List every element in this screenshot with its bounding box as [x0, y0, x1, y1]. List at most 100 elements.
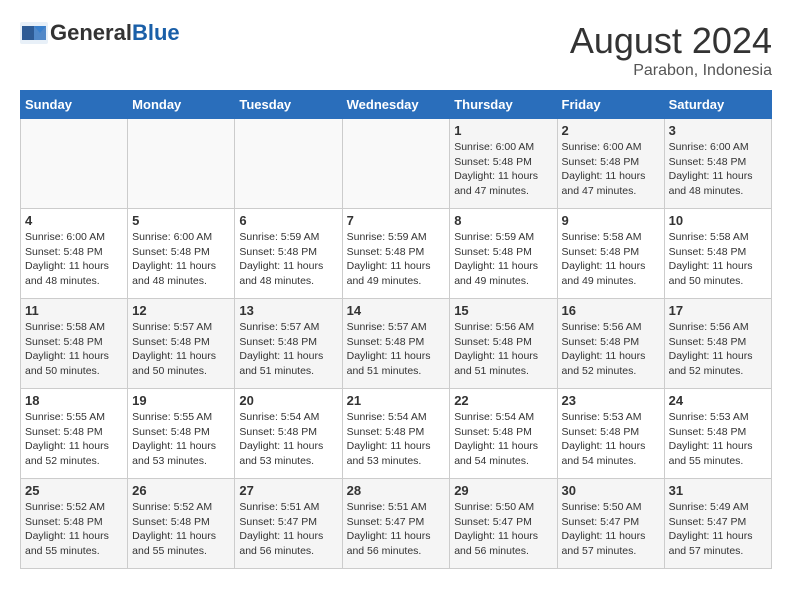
day-info: Sunrise: 5:59 AMSunset: 5:48 PMDaylight:…	[347, 230, 446, 289]
calendar-cell: 23 Sunrise: 5:53 AMSunset: 5:48 PMDayligh…	[557, 389, 664, 479]
calendar-cell: 16Sunrise: 5:56 AMSunset: 5:48 PMDayligh…	[557, 299, 664, 389]
day-info: Sunrise: 5:54 AMSunset: 5:48 PMDaylight:…	[454, 410, 552, 469]
day-info: Sunrise: 5:56 AMSunset: 5:48 PMDaylight:…	[562, 320, 660, 379]
day-info: Sunrise: 6:00 AMSunset: 5:48 PMDaylight:…	[25, 230, 123, 289]
day-info: Sunrise: 5:58 AMSunset: 5:48 PMDaylight:…	[25, 320, 123, 379]
day-number: 26	[132, 483, 230, 498]
day-number: 13	[239, 303, 337, 318]
day-info: Sunrise: 5:51 AMSunset: 5:47 PMDaylight:…	[239, 500, 337, 559]
calendar-cell: 5 Sunrise: 6:00 AMSunset: 5:48 PMDaylight…	[128, 209, 235, 299]
calendar-cell: 20 Sunrise: 5:54 AMSunset: 5:48 PMDayligh…	[235, 389, 342, 479]
weekday-header-saturday: Saturday	[664, 91, 771, 119]
calendar-cell: 7 Sunrise: 5:59 AMSunset: 5:48 PMDaylight…	[342, 209, 450, 299]
calendar-cell: 27Sunrise: 5:51 AMSunset: 5:47 PMDayligh…	[235, 479, 342, 569]
day-number: 5	[132, 213, 230, 228]
day-number: 24	[669, 393, 767, 408]
calendar-cell: 6 Sunrise: 5:59 AMSunset: 5:48 PMDaylight…	[235, 209, 342, 299]
day-info: Sunrise: 5:54 AMSunset: 5:48 PMDaylight:…	[239, 410, 337, 469]
day-number: 3	[669, 123, 767, 138]
day-number: 20	[239, 393, 337, 408]
day-info: Sunrise: 5:53 AMSunset: 5:48 PMDaylight:…	[669, 410, 767, 469]
calendar-cell: 12Sunrise: 5:57 AMSunset: 5:48 PMDayligh…	[128, 299, 235, 389]
calendar-cell: 17 Sunrise: 5:56 AMSunset: 5:48 PMDayligh…	[664, 299, 771, 389]
day-info: Sunrise: 5:52 AMSunset: 5:48 PMDaylight:…	[132, 500, 230, 559]
day-number: 11	[25, 303, 123, 318]
day-number: 25	[25, 483, 123, 498]
month-title: August 2024	[570, 20, 772, 62]
calendar-cell	[128, 119, 235, 209]
weekday-header-friday: Friday	[557, 91, 664, 119]
weekday-header-sunday: Sunday	[21, 91, 128, 119]
day-number: 10	[669, 213, 767, 228]
title-block: August 2024 Parabon, Indonesia	[570, 20, 772, 80]
day-number: 28	[347, 483, 446, 498]
weekday-header-tuesday: Tuesday	[235, 91, 342, 119]
day-info: Sunrise: 5:59 AMSunset: 5:48 PMDaylight:…	[239, 230, 337, 289]
day-number: 29	[454, 483, 552, 498]
day-info: Sunrise: 5:58 AMSunset: 5:48 PMDaylight:…	[562, 230, 660, 289]
calendar-cell: 29 Sunrise: 5:50 AMSunset: 5:47 PMDayligh…	[450, 479, 557, 569]
calendar-cell: 2 Sunrise: 6:00 AMSunset: 5:48 PMDaylight…	[557, 119, 664, 209]
calendar-cell: 15 Sunrise: 5:56 AMSunset: 5:48 PMDayligh…	[450, 299, 557, 389]
day-info: Sunrise: 5:57 AMSunset: 5:48 PMDaylight:…	[132, 320, 230, 379]
calendar-cell: 26 Sunrise: 5:52 AMSunset: 5:48 PMDayligh…	[128, 479, 235, 569]
day-info: Sunrise: 5:50 AMSunset: 5:47 PMDaylight:…	[562, 500, 660, 559]
day-number: 17	[669, 303, 767, 318]
day-info: Sunrise: 6:00 AMSunset: 5:48 PMDaylight:…	[132, 230, 230, 289]
day-number: 30	[562, 483, 660, 498]
calendar-cell	[342, 119, 450, 209]
day-info: Sunrise: 5:53 AMSunset: 5:48 PMDaylight:…	[562, 410, 660, 469]
day-info: Sunrise: 5:50 AMSunset: 5:47 PMDaylight:…	[454, 500, 552, 559]
day-number: 18	[25, 393, 123, 408]
calendar-table: SundayMondayTuesdayWednesdayThursdayFrid…	[20, 90, 772, 569]
calendar-cell: 21 Sunrise: 5:54 AMSunset: 5:48 PMDayligh…	[342, 389, 450, 479]
day-info: Sunrise: 5:56 AMSunset: 5:48 PMDaylight:…	[454, 320, 552, 379]
day-number: 22	[454, 393, 552, 408]
logo-blue-text: Blue	[132, 20, 180, 46]
calendar-cell: 14Sunrise: 5:57 AMSunset: 5:48 PMDayligh…	[342, 299, 450, 389]
day-number: 19	[132, 393, 230, 408]
day-number: 9	[562, 213, 660, 228]
day-info: Sunrise: 5:56 AMSunset: 5:48 PMDaylight:…	[669, 320, 767, 379]
day-number: 21	[347, 393, 446, 408]
day-number: 7	[347, 213, 446, 228]
logo: GeneralBlue	[20, 20, 180, 46]
day-info: Sunrise: 5:55 AMSunset: 5:48 PMDaylight:…	[25, 410, 123, 469]
calendar-cell: 1Sunrise: 6:00 AMSunset: 5:48 PMDaylight…	[450, 119, 557, 209]
calendar-cell: 22 Sunrise: 5:54 AMSunset: 5:48 PMDayligh…	[450, 389, 557, 479]
weekday-header-thursday: Thursday	[450, 91, 557, 119]
calendar-cell: 13 Sunrise: 5:57 AMSunset: 5:48 PMDayligh…	[235, 299, 342, 389]
logo-general-text: General	[50, 20, 132, 46]
day-info: Sunrise: 5:52 AMSunset: 5:48 PMDaylight:…	[25, 500, 123, 559]
day-number: 15	[454, 303, 552, 318]
week-row-4: 18 Sunrise: 5:55 AMSunset: 5:48 PMDayligh…	[21, 389, 772, 479]
day-info: Sunrise: 5:58 AMSunset: 5:48 PMDaylight:…	[669, 230, 767, 289]
day-info: Sunrise: 6:00 AMSunset: 5:48 PMDaylight:…	[669, 140, 767, 199]
day-info: Sunrise: 5:57 AMSunset: 5:48 PMDaylight:…	[239, 320, 337, 379]
calendar-cell: 25 Sunrise: 5:52 AMSunset: 5:48 PMDayligh…	[21, 479, 128, 569]
day-info: Sunrise: 5:54 AMSunset: 5:48 PMDaylight:…	[347, 410, 446, 469]
day-number: 4	[25, 213, 123, 228]
day-info: Sunrise: 5:49 AMSunset: 5:47 PMDaylight:…	[669, 500, 767, 559]
calendar-cell: 28 Sunrise: 5:51 AMSunset: 5:47 PMDayligh…	[342, 479, 450, 569]
week-row-5: 25 Sunrise: 5:52 AMSunset: 5:48 PMDayligh…	[21, 479, 772, 569]
day-info: Sunrise: 6:00 AMSunset: 5:48 PMDaylight:…	[562, 140, 660, 199]
page-header: GeneralBlue August 2024 Parabon, Indones…	[20, 20, 772, 80]
day-number: 1	[454, 123, 552, 138]
day-number: 6	[239, 213, 337, 228]
calendar-cell: 24 Sunrise: 5:53 AMSunset: 5:48 PMDayligh…	[664, 389, 771, 479]
day-number: 14	[347, 303, 446, 318]
day-number: 23	[562, 393, 660, 408]
week-row-1: 1 Sunrise: 6:00 AMSunset: 5:48 PMDaylight…	[21, 119, 772, 209]
weekday-header-wednesday: Wednesday	[342, 91, 450, 119]
calendar-cell: 30 Sunrise: 5:50 AMSunset: 5:47 PMDayligh…	[557, 479, 664, 569]
calendar-cell: 3 Sunrise: 6:00 AMSunset: 5:48 PMDaylight…	[664, 119, 771, 209]
week-row-3: 11 Sunrise: 5:58 AMSunset: 5:48 PMDayligh…	[21, 299, 772, 389]
day-number: 8	[454, 213, 552, 228]
week-row-2: 4 Sunrise: 6:00 AMSunset: 5:48 PMDaylight…	[21, 209, 772, 299]
day-info: Sunrise: 5:59 AMSunset: 5:48 PMDaylight:…	[454, 230, 552, 289]
day-number: 2	[562, 123, 660, 138]
day-number: 31	[669, 483, 767, 498]
day-info: Sunrise: 5:51 AMSunset: 5:47 PMDaylight:…	[347, 500, 446, 559]
calendar-cell: 8 Sunrise: 5:59 AMSunset: 5:48 PMDaylight…	[450, 209, 557, 299]
